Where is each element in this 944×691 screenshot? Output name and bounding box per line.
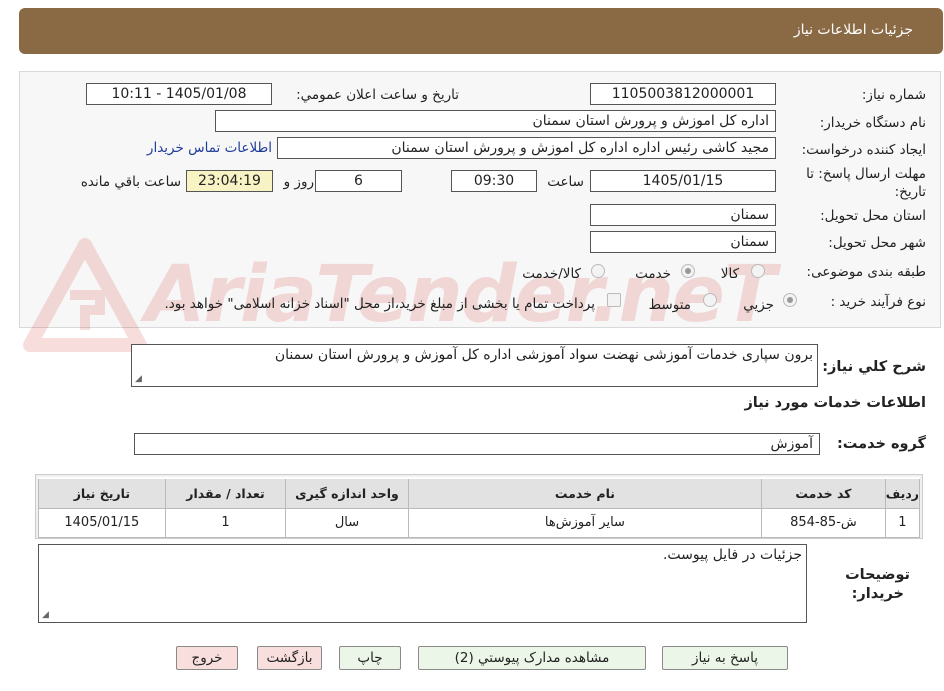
category-radio-goods[interactable] (751, 264, 765, 278)
watermark-text: AriaTender.neT (145, 250, 776, 340)
resize-handle-icon[interactable]: ◢ (42, 610, 49, 620)
process-label: نوع فرآيند خريد : (830, 294, 926, 310)
service-group-field: آموزش (134, 433, 820, 455)
cell-qty: 1 (164, 507, 287, 538)
buyer-notes-label-2: خريدار: (851, 586, 904, 602)
buyer-notes-field: جزئيات در فايل پيوست. ◢ (38, 544, 807, 623)
buyer-notes-text: جزئيات در فايل پيوست. (662, 547, 802, 563)
deadline-label: مهلت ارسال پاسخ: تا (806, 166, 926, 182)
services-table: تاريخ نياز تعداد / مقدار واحد اندازه گير… (38, 477, 921, 538)
description-label: شرح کلي نياز: (822, 359, 926, 375)
buyer-notes-label: توضيحات (845, 567, 910, 583)
cell-service-code: ش-85-854 (761, 507, 886, 538)
process-option-medium: متوسط (648, 297, 691, 313)
announce-label: تاريخ و ساعت اعلان عمومي: (296, 87, 459, 103)
buyer-org-field: اداره کل اموزش و پرورش استان سمنان (215, 110, 776, 132)
print-button[interactable]: چاپ (339, 646, 401, 670)
creator-label: ايجاد کننده درخواست: (801, 142, 926, 158)
page-header: جزئيات اطلاعات نياز (19, 8, 943, 54)
reply-button[interactable]: پاسخ به نياز (662, 646, 788, 670)
days-field: 6 (315, 170, 402, 192)
city-field: سمنان (590, 231, 776, 253)
cell-service-name: ساير آموزش‌ها (407, 507, 763, 538)
deadline-time-field: 09:30 (451, 170, 537, 192)
category-label: طبقه بندی موضوعی: (806, 264, 926, 280)
treasury-checkbox[interactable] (607, 293, 621, 307)
category-option-both: کالا/خدمت (522, 266, 581, 282)
category-radio-service[interactable] (681, 264, 695, 278)
cell-row: 1 (884, 507, 921, 538)
col-qty: تعداد / مقدار (164, 477, 287, 509)
payment-note: پرداخت تمام يا بخشی از مبلغ خريد،از محل … (164, 296, 595, 312)
exit-button[interactable]: خروج (176, 646, 238, 670)
back-button[interactable]: بازگشت (257, 646, 322, 670)
days-label: روز و (283, 174, 314, 190)
service-group-label: گروه خدمت: (836, 436, 926, 452)
province-label: استان محل تحويل: (820, 208, 926, 224)
services-title: اطلاعات خدمات مورد نياز (744, 395, 926, 411)
creator-field: مجيد کاشی رئيس اداره اداره کل اموزش و پر… (277, 137, 776, 159)
category-radio-both[interactable] (591, 264, 605, 278)
deadline-label-date: تاريخ: (894, 184, 926, 200)
table-row: 1405/01/15 1 سال ساير آموزش‌ها ش-85-854 … (38, 507, 921, 538)
view-attachments-button[interactable]: مشاهده مدارک پيوستي (2) (418, 646, 646, 670)
process-option-minor: جزيي (743, 297, 774, 313)
col-date: تاريخ نياز (38, 477, 166, 509)
col-unit: واحد اندازه گيری (285, 477, 409, 509)
city-label: شهر محل تحويل: (828, 235, 926, 251)
need-number-field: 1105003812000001 (590, 83, 776, 105)
description-text: برون سپاری خدمات آموزشی نهضت سواد آموزشی… (274, 347, 813, 363)
remaining-time-field: 23:04:19 (186, 170, 273, 192)
description-field: برون سپاری خدمات آموزشی نهضت سواد آموزشی… (131, 344, 818, 387)
resize-handle-icon[interactable]: ◢ (135, 374, 142, 384)
remaining-label: ساعت باقي مانده (80, 174, 181, 190)
col-service-name: نام خدمت (407, 477, 763, 509)
deadline-time-label: ساعت (547, 174, 584, 190)
province-field: سمنان (590, 204, 776, 226)
need-number-label: شماره نياز: (861, 87, 926, 103)
announce-field: 1405/01/08 - 10:11 (86, 83, 272, 105)
cell-date: 1405/01/15 (38, 507, 166, 538)
deadline-date-field: 1405/01/15 (590, 170, 776, 192)
col-row: رديف (884, 477, 921, 509)
category-option-service: خدمت (635, 266, 671, 282)
buyer-contact-link[interactable]: اطلاعات تماس خريدار (147, 140, 272, 156)
process-radio-minor[interactable] (783, 293, 797, 307)
table-header-row: تاريخ نياز تعداد / مقدار واحد اندازه گير… (38, 477, 921, 509)
page-title: جزئيات اطلاعات نياز (793, 22, 913, 38)
col-service-code: کد خدمت (761, 477, 886, 509)
buyer-org-label: نام دستگاه خريدار: (819, 115, 926, 131)
process-radio-medium[interactable] (703, 293, 717, 307)
category-option-goods: کالا (720, 266, 739, 282)
cell-unit: سال (285, 507, 409, 538)
